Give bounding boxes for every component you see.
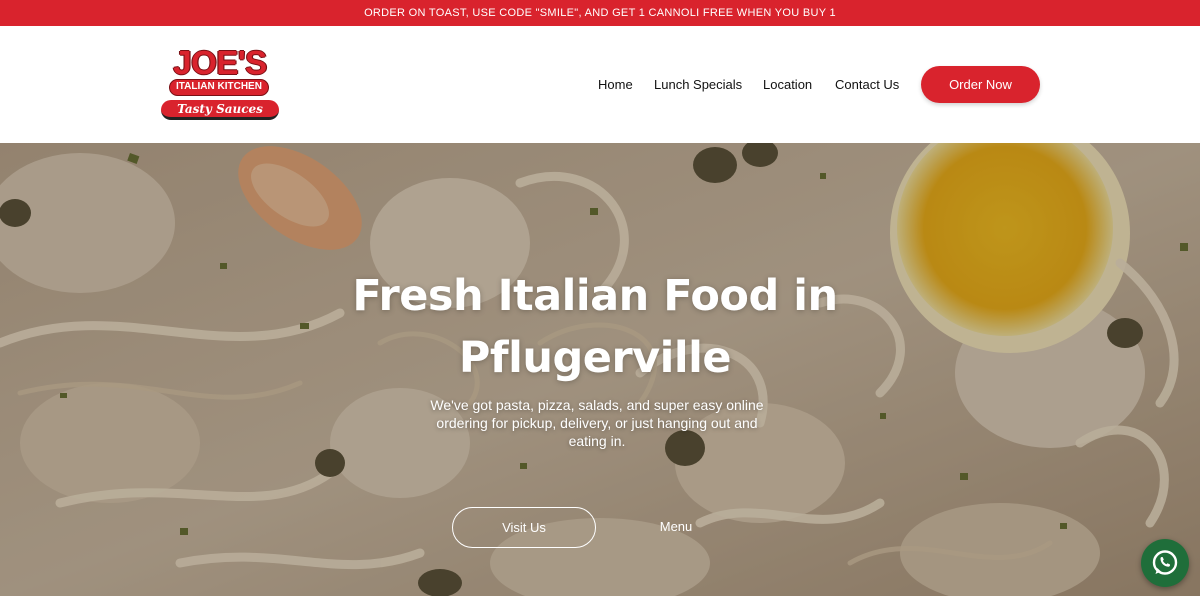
whatsapp-chat-button[interactable] xyxy=(1141,539,1189,587)
menu-link[interactable]: Menu xyxy=(636,519,716,534)
logo-tagline: Tasty Sauces xyxy=(161,100,279,120)
logo-subtitle: ITALIAN KITCHEN xyxy=(169,79,269,96)
logo-wordmark: JOE'S xyxy=(173,44,267,81)
order-now-button[interactable]: Order Now xyxy=(921,66,1040,103)
promo-banner: ORDER ON TOAST, USE CODE "SMILE", AND GE… xyxy=(0,0,1200,26)
hero-section: Fresh Italian Food in Pflugerville We've… xyxy=(0,143,1200,596)
whatsapp-icon xyxy=(1152,550,1178,575)
hero-title: Fresh Italian Food in Pflugerville xyxy=(352,271,838,383)
site-logo[interactable]: JOE'S ITALIAN KITCHEN Tasty Sauces xyxy=(158,46,282,124)
nav-link-home[interactable]: Home xyxy=(598,77,633,92)
visit-us-button[interactable]: Visit Us xyxy=(452,507,596,548)
site-header: JOE'S ITALIAN KITCHEN Tasty Sauces Home … xyxy=(0,26,1200,143)
nav-link-lunch-specials[interactable]: Lunch Specials xyxy=(654,77,742,92)
hero-subtitle: We've got pasta, pizza, salads, and supe… xyxy=(430,397,764,449)
nav-link-contact-us[interactable]: Contact Us xyxy=(835,77,899,92)
nav-link-location[interactable]: Location xyxy=(763,77,812,92)
promo-text: ORDER ON TOAST, USE CODE "SMILE", AND GE… xyxy=(364,7,836,19)
